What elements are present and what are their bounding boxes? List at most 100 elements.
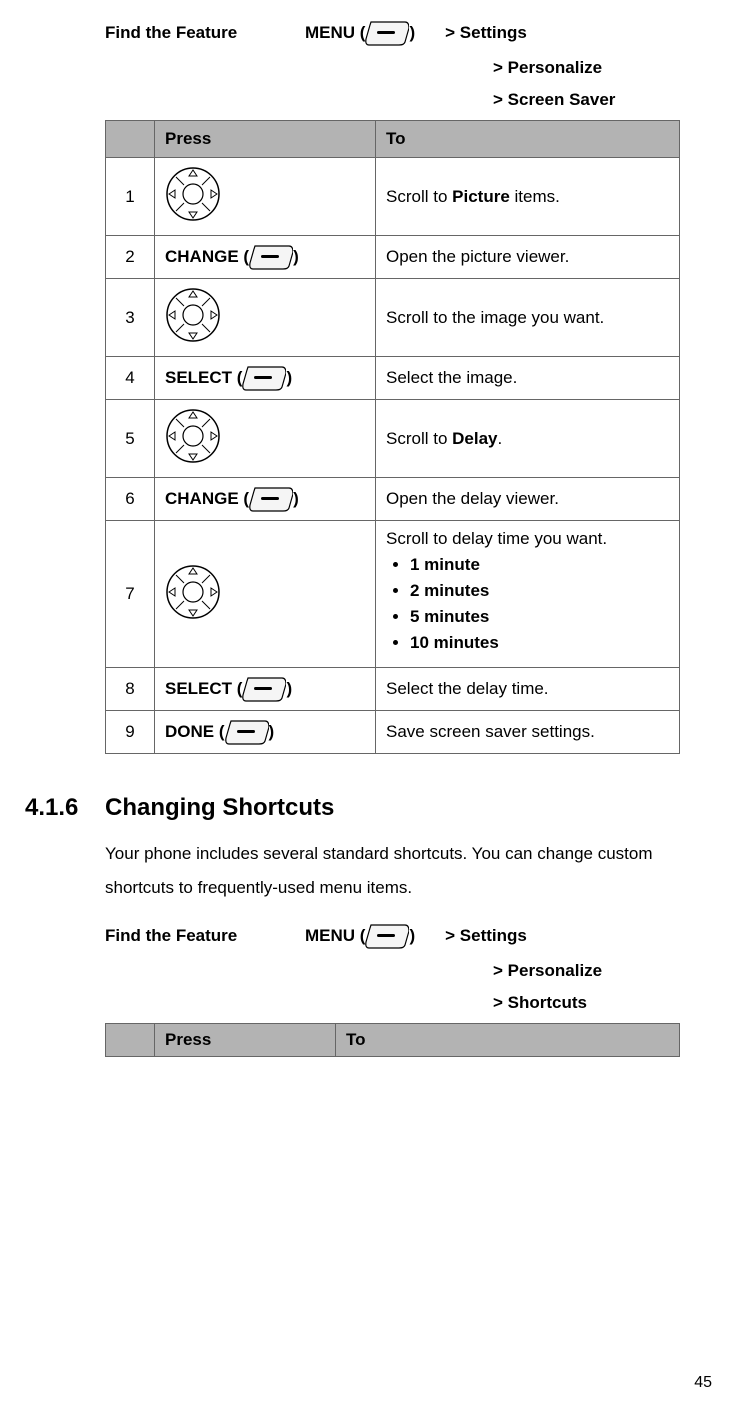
to-cell: Select the image. [376, 357, 680, 400]
menu-prefix: MENU ( [305, 23, 365, 43]
press-label: ) [293, 489, 299, 509]
col-num [106, 121, 155, 158]
steps-table: Press To [105, 1023, 680, 1057]
press-label: DONE ( [165, 722, 225, 742]
softkey-icon [365, 923, 409, 949]
press-cell: CHANGE ( ) [155, 478, 376, 521]
table-row: 2 CHANGE ( ) Open the picture viewer. [106, 236, 680, 279]
press-cell [155, 279, 376, 357]
section-heading: 4.1.6Changing Shortcuts [25, 794, 712, 822]
breadcrumb: > Personalize [493, 58, 712, 78]
softkey-icon [242, 365, 286, 391]
section-body: Your phone includes several standard sho… [105, 837, 680, 905]
menu-prefix: MENU ( [305, 926, 365, 946]
to-text-bold: Delay [452, 429, 497, 448]
press-label: ) [286, 679, 292, 699]
to-text: Scroll to [386, 429, 452, 448]
to-cell: Open the picture viewer. [376, 236, 680, 279]
navkey-icon [165, 166, 221, 222]
table-row: 9 DONE ( ) Save screen saver settings. [106, 711, 680, 754]
section-number: 4.1.6 [25, 794, 105, 822]
to-cell: Scroll to delay time you want. 1 minute … [376, 521, 680, 668]
softkey-icon [365, 20, 409, 46]
table-row: 7 Scroll to delay time you want. 1 minut… [106, 521, 680, 668]
to-text: . [498, 429, 503, 448]
menu-text: MENU ( ) [305, 923, 415, 949]
col-press: Press [155, 1024, 336, 1057]
press-label: ) [269, 722, 275, 742]
step-num: 6 [106, 478, 155, 521]
to-text: Scroll to delay time you want. [386, 529, 669, 549]
section-title: Changing Shortcuts [105, 794, 334, 821]
table-row: 8 SELECT ( ) Select the delay time. [106, 668, 680, 711]
step-num: 8 [106, 668, 155, 711]
find-feature-label: Find the Feature [105, 926, 305, 946]
col-press: Press [155, 121, 376, 158]
to-cell: Select the delay time. [376, 668, 680, 711]
breadcrumb: > Screen Saver [493, 90, 712, 110]
breadcrumb: > Settings [445, 926, 527, 946]
table-row: 3 Scroll to the image you want. [106, 279, 680, 357]
find-feature-label: Find the Feature [105, 23, 305, 43]
press-cell: CHANGE ( ) [155, 236, 376, 279]
to-cell: Scroll to Delay. [376, 400, 680, 478]
table-header-row: Press To [106, 121, 680, 158]
press-label: ) [293, 247, 299, 267]
menu-suffix: ) [409, 926, 415, 946]
step-num: 2 [106, 236, 155, 279]
table-row: 4 SELECT ( ) Select the image. [106, 357, 680, 400]
table-row: 6 CHANGE ( ) Open the delay viewer. [106, 478, 680, 521]
to-text: Scroll to [386, 187, 452, 206]
page-number: 45 [694, 1374, 712, 1392]
navkey-icon [165, 408, 221, 464]
table-row: 1 Scroll to Picture items. [106, 158, 680, 236]
press-cell: DONE ( ) [155, 711, 376, 754]
col-to: To [376, 121, 680, 158]
list-item: 1 minute [410, 555, 669, 575]
steps-table: Press To 1 Scroll to Picture items. 2 CH… [105, 120, 680, 754]
to-cell: Scroll to the image you want. [376, 279, 680, 357]
to-text: items. [510, 187, 560, 206]
navkey-icon [165, 564, 221, 620]
press-label: SELECT ( [165, 368, 242, 388]
press-label: SELECT ( [165, 679, 242, 699]
to-cell: Save screen saver settings. [376, 711, 680, 754]
press-cell [155, 521, 376, 668]
table-row: 5 Scroll to Delay. [106, 400, 680, 478]
step-num: 7 [106, 521, 155, 668]
softkey-icon [242, 676, 286, 702]
press-label: CHANGE ( [165, 247, 249, 267]
breadcrumb: > Personalize [493, 961, 712, 981]
press-cell: SELECT ( ) [155, 357, 376, 400]
press-cell [155, 158, 376, 236]
press-cell [155, 400, 376, 478]
navkey-icon [165, 287, 221, 343]
col-to: To [336, 1024, 680, 1057]
to-text-bold: Picture [452, 187, 510, 206]
step-num: 3 [106, 279, 155, 357]
step-num: 9 [106, 711, 155, 754]
find-feature-row: Find the Feature MENU ( ) > Settings [105, 20, 712, 46]
softkey-icon [249, 486, 293, 512]
menu-suffix: ) [409, 23, 415, 43]
breadcrumb: > Shortcuts [493, 993, 712, 1013]
press-cell: SELECT ( ) [155, 668, 376, 711]
list-item: 5 minutes [410, 607, 669, 627]
step-num: 5 [106, 400, 155, 478]
softkey-icon [249, 244, 293, 270]
col-num [106, 1024, 155, 1057]
breadcrumb: > Settings [445, 23, 527, 43]
table-header-row: Press To [106, 1024, 680, 1057]
menu-text: MENU ( ) [305, 20, 415, 46]
step-num: 1 [106, 158, 155, 236]
find-feature-row: Find the Feature MENU ( ) > Settings [105, 923, 712, 949]
press-label: CHANGE ( [165, 489, 249, 509]
to-cell: Open the delay viewer. [376, 478, 680, 521]
softkey-icon [225, 719, 269, 745]
step-num: 4 [106, 357, 155, 400]
list-item: 2 minutes [410, 581, 669, 601]
options-list: 1 minute 2 minutes 5 minutes 10 minutes [410, 555, 669, 653]
to-cell: Scroll to Picture items. [376, 158, 680, 236]
press-label: ) [286, 368, 292, 388]
list-item: 10 minutes [410, 633, 669, 653]
